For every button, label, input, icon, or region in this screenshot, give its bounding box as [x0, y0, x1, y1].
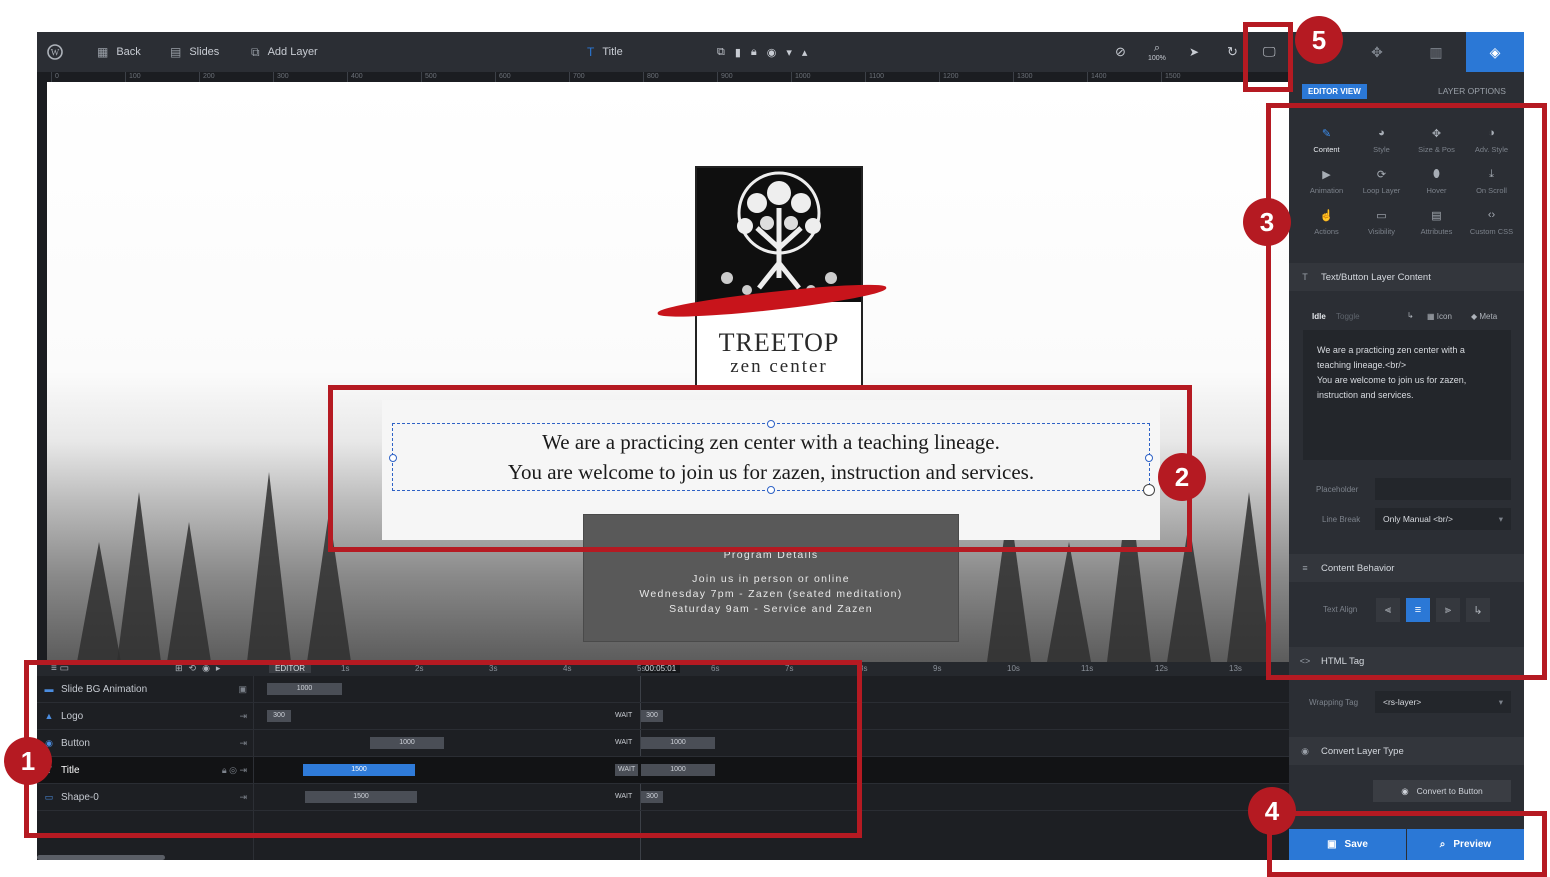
second-tick: 9s — [933, 664, 942, 673]
ruler-tick: 1100 — [865, 72, 884, 82]
move-icon: ✥ — [1371, 43, 1383, 60]
slide-canvas[interactable]: TREETOP zen center We are a practicing z… — [47, 82, 1289, 662]
tree-decoration — [1047, 542, 1091, 662]
slides-button[interactable]: ▤ Slides — [170, 32, 219, 72]
ruler-tick: 1000 — [791, 72, 811, 82]
duplicate-icon[interactable]: ⧉ — [717, 46, 735, 59]
ruler-tick: 500 — [421, 72, 437, 82]
grid-icon: ▦ — [97, 45, 109, 59]
second-tick: 13s — [1229, 664, 1242, 673]
visibility-icon[interactable]: ◉ — [767, 46, 787, 59]
cursor-icon[interactable]: ➤ — [1189, 32, 1199, 72]
tab-slide-settings[interactable]: ✥ — [1348, 32, 1406, 72]
add-layer-icon: ⧉ — [251, 44, 260, 59]
second-tick: 11s — [1081, 664, 1094, 673]
tree-logo-image — [697, 168, 861, 302]
tab-layer-options[interactable]: ◈ — [1466, 32, 1524, 72]
columns-icon: ▥ — [1429, 43, 1443, 60]
program-line-3: Saturday 9am - Service and Zazen — [669, 603, 873, 615]
highlight-save-preview — [1267, 811, 1547, 877]
program-line-1: Join us in person or online — [692, 573, 850, 585]
annotation-badge-5: 5 — [1295, 16, 1343, 64]
svg-text:W: W — [51, 48, 60, 58]
layer-options-tab[interactable]: LAYER OPTIONS — [1438, 84, 1506, 99]
wrapping-tag-label: Wrapping Tag — [1309, 698, 1359, 707]
undo-icon[interactable]: ↻ — [1227, 32, 1238, 72]
tree-decoration — [167, 522, 211, 662]
logo-subtitle-text: zen center — [730, 356, 828, 377]
annotation-badge-4: 4 — [1248, 787, 1296, 835]
ruler-tick: 600 — [495, 72, 511, 82]
tree-decoration — [77, 542, 121, 662]
arrow-up-icon[interactable]: ▴ — [802, 46, 818, 59]
annotation-badge-3: 3 — [1243, 198, 1291, 246]
second-tick: 10s — [1007, 664, 1020, 673]
highlight-device-button — [1243, 22, 1293, 92]
second-tick: 12s — [1155, 664, 1168, 673]
add-layer-button[interactable]: ⧉ Add Layer — [251, 32, 318, 72]
tree-decoration — [1227, 492, 1271, 662]
ruler-tick: 100 — [125, 72, 141, 82]
horizontal-scrollbar[interactable] — [37, 855, 165, 860]
convert-to-button[interactable]: ◉ Convert to Button — [1373, 780, 1511, 802]
tree-decoration — [247, 472, 291, 662]
editor-view-tab[interactable]: EDITOR VIEW — [1302, 84, 1367, 99]
annotation-badge-1: 1 — [4, 737, 52, 785]
highlight-timeline — [24, 660, 862, 838]
top-toolbar: W ▦ Back ▤ Slides ⧉ Add Layer T Title ⧉ ▮ 🔒︎ ◉ ▾… — [37, 32, 1289, 72]
ruler-tick: 1400 — [1087, 72, 1107, 82]
chevron-down-icon: ▾ — [1498, 696, 1503, 707]
ruler-tick: 1200 — [939, 72, 959, 82]
ruler-tick: 0 — [51, 72, 59, 82]
wordpress-icon[interactable]: W — [47, 32, 63, 72]
help-icon[interactable]: ⊘ — [1115, 32, 1126, 72]
vertical-ruler — [37, 82, 47, 662]
horizontal-ruler: 0 100 200 300 400 500 600 700 800 900 1000 1100 1200… — [37, 72, 1289, 82]
layer-tools: ⧉ ▮ 🔒︎ ◉ ▾ ▴ — [717, 32, 817, 72]
check-circle-icon: ◉ — [1401, 785, 1409, 796]
section-convert-layer[interactable]: ◉ Convert Layer Type — [1289, 737, 1524, 765]
layers-icon: ◈ — [1489, 43, 1501, 60]
zoom-icon: ⌕ — [1153, 42, 1161, 54]
slides-icon: ▤ — [170, 45, 182, 59]
tree-decoration — [117, 492, 161, 662]
ruler-tick: 200 — [199, 72, 215, 82]
zoom-control[interactable]: ⌕ 100% — [1148, 32, 1166, 72]
selected-layer-name[interactable]: T Title — [587, 32, 623, 72]
ruler-tick: 300 — [273, 72, 289, 82]
lock-icon[interactable]: 🔒︎ — [751, 46, 767, 59]
highlight-layer-options — [1266, 103, 1547, 680]
annotation-badge-2: 2 — [1158, 453, 1206, 501]
ruler-tick: 800 — [643, 72, 659, 82]
wrapping-tag-select[interactable]: <rs-layer> ▾ — [1375, 691, 1511, 713]
highlight-title-layer — [328, 385, 1192, 552]
ruler-tick: 700 — [569, 72, 585, 82]
logo-layer[interactable]: TREETOP zen center — [656, 166, 888, 390]
arrow-down-icon[interactable]: ▾ — [786, 46, 802, 59]
ruler-tick: 400 — [347, 72, 363, 82]
program-line-2: Wednesday 7pm - Zazen (seated meditation… — [639, 588, 903, 600]
delete-icon[interactable]: ▮ — [735, 46, 751, 59]
ruler-tick: 900 — [717, 72, 733, 82]
back-button[interactable]: ▦ Back — [97, 32, 141, 72]
check-circle-icon: ◉ — [1301, 745, 1309, 756]
ruler-tick: 1500 — [1161, 72, 1181, 82]
ruler-tick: 1300 — [1013, 72, 1033, 82]
logo-name-text: TREETOP — [718, 328, 840, 357]
tab-slide-options[interactable]: ▥ — [1407, 32, 1465, 72]
